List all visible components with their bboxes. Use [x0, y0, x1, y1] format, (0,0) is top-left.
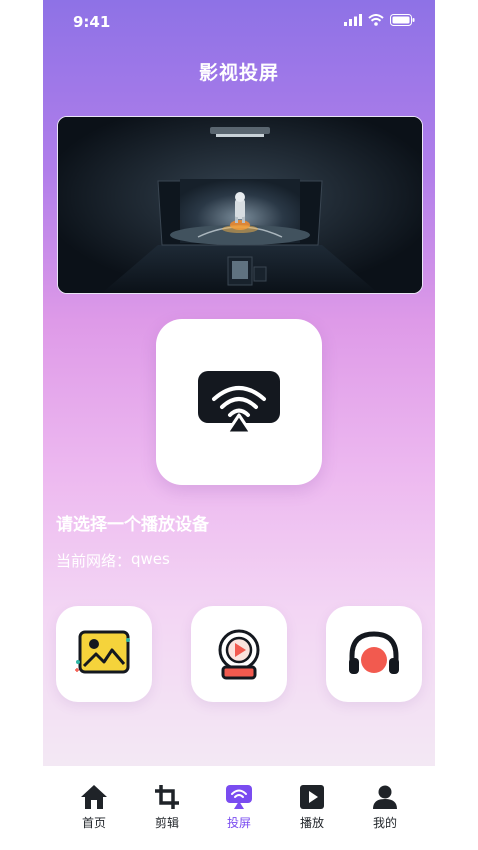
tab-label: 剪辑	[154, 816, 179, 830]
tab-edit[interactable]: 剪辑	[137, 784, 197, 831]
network-label: 当前网络：	[56, 552, 132, 570]
device-prompt: 请选择一个播放设备	[56, 515, 209, 535]
phone-screen: 9:41 影视投屏 请选择一个播放设备 当前网络： qwes	[43, 0, 435, 766]
wifi-icon	[368, 14, 384, 26]
network-name: qwes	[131, 550, 170, 568]
cast-button[interactable]	[156, 319, 322, 485]
banner-image[interactable]	[57, 116, 423, 294]
tab-screencast[interactable]: 投屏	[209, 784, 269, 831]
tab-label: 首页	[81, 816, 106, 830]
network-info: 当前网络： qwes	[56, 550, 170, 571]
status-time: 9:41	[73, 13, 111, 31]
headphones-icon	[349, 631, 399, 674]
tab-label: 我的	[372, 816, 397, 830]
status-icons	[344, 14, 415, 26]
signal-icon	[344, 14, 362, 26]
home-icon	[81, 785, 107, 809]
status-bar: 9:41	[43, 0, 435, 44]
screencast-icon	[198, 371, 280, 433]
play-icon	[300, 785, 324, 809]
tab-label: 播放	[299, 816, 324, 830]
tab-bar: 首页 剪辑 投屏 播放 我的	[43, 766, 435, 850]
tab-label: 投屏	[226, 816, 251, 830]
battery-icon	[390, 14, 415, 26]
feature-tiles	[56, 606, 423, 702]
video-record-icon	[218, 629, 260, 680]
tab-profile[interactable]: 我的	[355, 784, 415, 831]
audio-tile[interactable]	[326, 606, 422, 702]
image-icon	[75, 630, 130, 674]
crop-icon	[155, 785, 179, 809]
screencast-icon	[226, 785, 252, 809]
photo-tile[interactable]	[56, 606, 152, 702]
page-title: 影视投屏	[198, 62, 279, 84]
tab-play[interactable]: 播放	[282, 784, 342, 831]
video-tile[interactable]	[191, 606, 287, 702]
user-icon	[373, 785, 397, 809]
tab-home[interactable]: 首页	[64, 784, 124, 831]
